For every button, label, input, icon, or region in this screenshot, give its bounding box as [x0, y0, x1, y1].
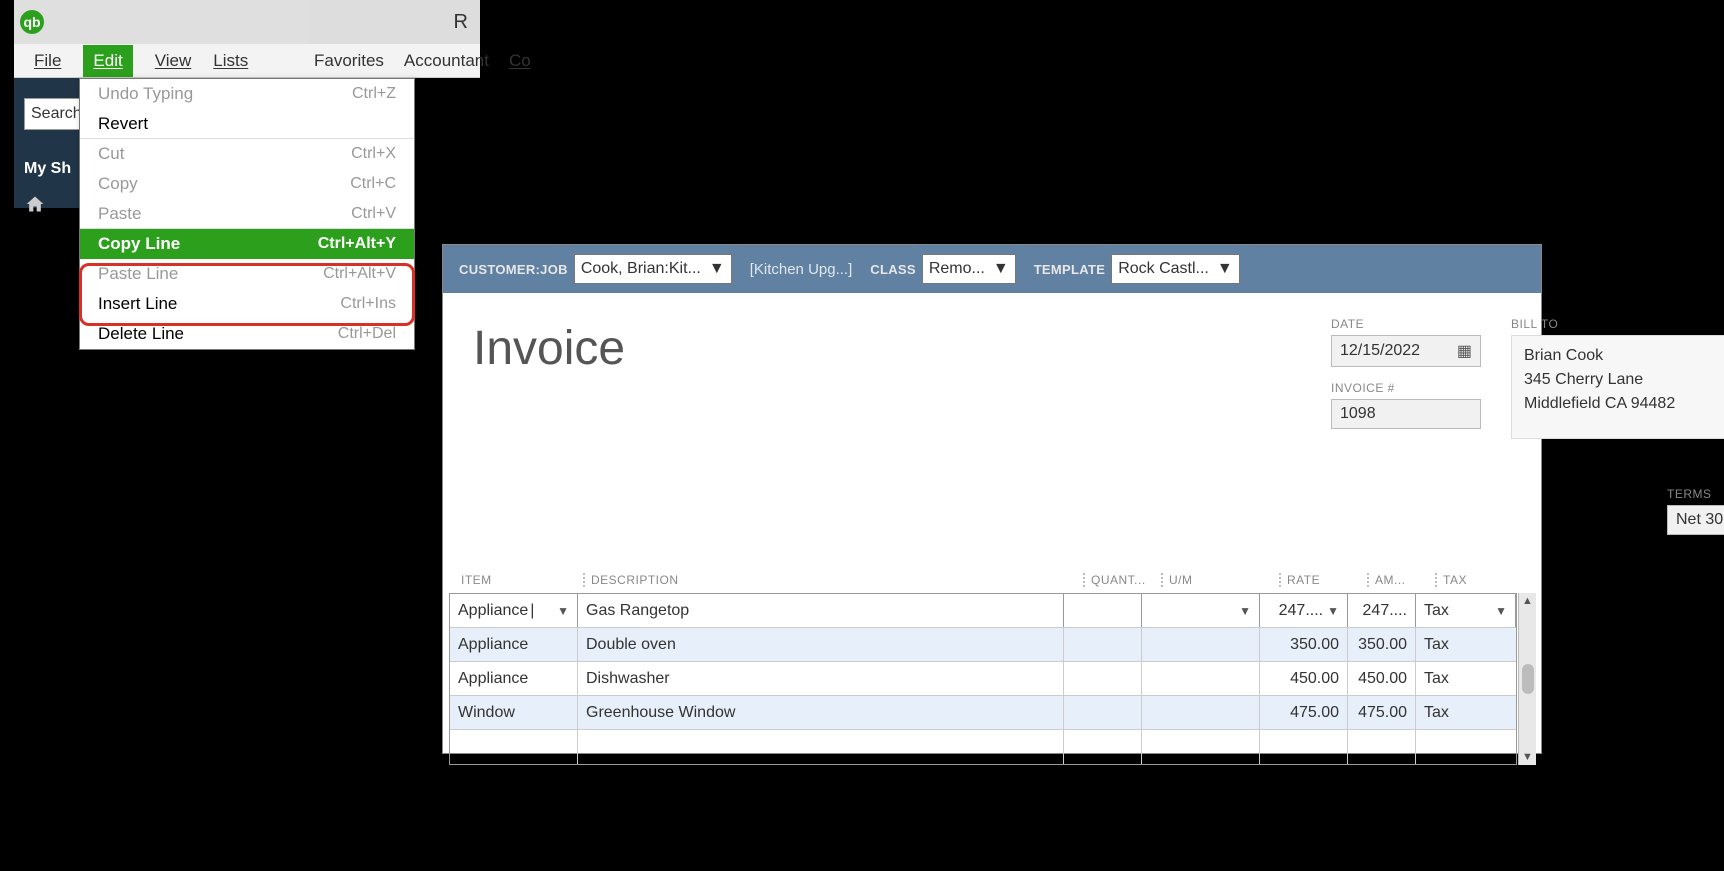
customer-job-label: CUSTOMER:JOB	[459, 262, 568, 277]
edit-dropdown: Undo TypingCtrl+Z Revert CutCtrl+X CopyC…	[79, 78, 415, 350]
col-tax[interactable]: TAX	[1435, 573, 1535, 587]
chevron-down-icon: ▼	[709, 260, 725, 278]
cell-tax[interactable]: Tax▼	[1416, 594, 1516, 627]
cell-amount[interactable]: 475.00	[1348, 696, 1416, 729]
chevron-down-icon[interactable]: ▼	[1327, 604, 1339, 618]
menu-paste[interactable]: PasteCtrl+V	[80, 199, 414, 229]
cell-rate[interactable]: 450.00	[1260, 662, 1348, 695]
menu-accountant[interactable]: Accountant	[404, 51, 489, 71]
menu-copy-line[interactable]: Copy LineCtrl+Alt+Y	[80, 229, 414, 259]
cell-desc[interactable]: Greenhouse Window	[578, 696, 1064, 729]
customer-job-combo[interactable]: Cook, Brian:Kit...▼	[574, 254, 732, 284]
cell-tax[interactable]: Tax	[1416, 628, 1516, 661]
date-label: DATE	[1331, 317, 1481, 331]
invoice-window: CUSTOMER:JOB Cook, Brian:Kit...▼ [Kitche…	[442, 244, 1542, 754]
cell-rate[interactable]: 475.00	[1260, 696, 1348, 729]
cell-rate[interactable]: 350.00	[1260, 628, 1348, 661]
home-icon[interactable]	[24, 194, 46, 214]
line-items-header: ITEM DESCRIPTION QUANT... U/M RATE AM...…	[449, 567, 1535, 593]
col-item[interactable]: ITEM	[455, 573, 583, 587]
cell-um[interactable]	[1142, 696, 1260, 729]
col-amount[interactable]: AM...	[1367, 573, 1435, 587]
table-row-empty[interactable]	[450, 730, 1516, 764]
col-description[interactable]: DESCRIPTION	[583, 573, 1083, 587]
col-quantity[interactable]: QUANT...	[1083, 573, 1161, 587]
line-items-body: Appliance|▼ Gas Rangetop ▼ 247....▼ 247.…	[449, 593, 1517, 765]
job-link[interactable]: [Kitchen Upg...]	[750, 261, 853, 278]
cell-tax[interactable]: Tax	[1416, 662, 1516, 695]
table-row[interactable]: Appliance Double oven 350.00 350.00 Tax	[450, 628, 1516, 662]
menu-paste-line[interactable]: Paste LineCtrl+Alt+V	[80, 259, 414, 289]
menu-edit[interactable]: Edit	[83, 45, 132, 77]
cell-amount[interactable]: 450.00	[1348, 662, 1416, 695]
cell-item[interactable]: Appliance|▼	[450, 594, 578, 627]
menu-delete-line[interactable]: Delete LineCtrl+Del	[80, 319, 414, 349]
menu-revert[interactable]: Revert	[80, 109, 414, 139]
chevron-down-icon: ▼	[1217, 260, 1233, 278]
menu-undo[interactable]: Undo TypingCtrl+Z	[80, 79, 414, 109]
chevron-down-icon[interactable]: ▼	[557, 604, 569, 618]
cell-item[interactable]: Window	[450, 696, 578, 729]
scrollbar[interactable]: ▲ ▼	[1518, 593, 1536, 765]
menu-insert-line[interactable]: Insert LineCtrl+Ins	[80, 289, 414, 319]
cell-qty[interactable]	[1064, 628, 1142, 661]
chevron-down-icon[interactable]: ▼	[1239, 604, 1251, 618]
menu-co[interactable]: Co	[509, 51, 531, 71]
cell-item[interactable]: Appliance	[450, 628, 578, 661]
cell-desc[interactable]: Gas Rangetop	[578, 594, 1064, 627]
chevron-down-icon: ▼	[993, 260, 1009, 278]
cell-qty[interactable]	[1064, 594, 1142, 627]
terms-label: TERMS	[1667, 487, 1724, 501]
cell-desc[interactable]: Double oven	[578, 628, 1064, 661]
menu-view[interactable]: View	[155, 51, 192, 71]
window-title-fragment: R	[454, 11, 468, 34]
cell-um[interactable]	[1142, 628, 1260, 661]
col-um[interactable]: U/M	[1161, 573, 1279, 587]
calendar-icon[interactable]: ▦	[1457, 341, 1472, 361]
cell-tax[interactable]: Tax	[1416, 696, 1516, 729]
terms-combo[interactable]: Net 30▼	[1667, 505, 1724, 535]
cell-qty[interactable]	[1064, 662, 1142, 695]
template-label: TEMPLATE	[1034, 262, 1106, 277]
cell-amount[interactable]: 350.00	[1348, 628, 1416, 661]
table-row[interactable]: Window Greenhouse Window 475.00 475.00 T…	[450, 696, 1516, 730]
table-row[interactable]: Appliance Dishwasher 450.00 450.00 Tax	[450, 662, 1516, 696]
class-label: CLASS	[870, 262, 916, 277]
scroll-up-icon[interactable]: ▲	[1522, 595, 1533, 607]
invoice-no-field[interactable]: 1098	[1331, 399, 1481, 429]
scroll-down-icon[interactable]: ▼	[1522, 751, 1533, 763]
cell-item[interactable]: Appliance	[450, 662, 578, 695]
invoice-toolbar: CUSTOMER:JOB Cook, Brian:Kit...▼ [Kitche…	[443, 245, 1541, 293]
qb-logo-icon: qb	[20, 10, 44, 34]
cell-amount[interactable]: 247....	[1348, 594, 1416, 627]
menu-favorites[interactable]: Favorites	[314, 51, 384, 71]
cell-um[interactable]: ▼	[1142, 594, 1260, 627]
chevron-down-icon[interactable]: ▼	[1495, 604, 1507, 618]
class-combo[interactable]: Remo...▼	[922, 254, 1016, 284]
menu-file[interactable]: File	[34, 51, 61, 71]
menubar: File Edit View Lists	[14, 44, 319, 78]
col-rate[interactable]: RATE	[1279, 573, 1367, 587]
scroll-thumb[interactable]	[1522, 664, 1534, 694]
titlebar: qb	[14, 0, 319, 44]
cell-um[interactable]	[1142, 662, 1260, 695]
billto-address[interactable]: Brian Cook 345 Cherry Lane Middlefield C…	[1511, 335, 1724, 439]
menu-copy[interactable]: CopyCtrl+C	[80, 169, 414, 199]
menu-cut[interactable]: CutCtrl+X	[80, 139, 414, 169]
date-field[interactable]: 12/15/2022 ▦	[1331, 335, 1481, 367]
template-combo[interactable]: Rock Castl...▼	[1111, 254, 1240, 284]
billto-label: BILL TO	[1511, 317, 1724, 331]
cell-rate[interactable]: 247....▼	[1260, 594, 1348, 627]
line-items-table: ITEM DESCRIPTION QUANT... U/M RATE AM...…	[449, 567, 1535, 765]
search-input[interactable]: Search	[24, 98, 82, 130]
table-row[interactable]: Appliance|▼ Gas Rangetop ▼ 247....▼ 247.…	[450, 594, 1516, 628]
cell-qty[interactable]	[1064, 696, 1142, 729]
title-menubar-fragment: R Favorites Accountant Co	[310, 0, 480, 78]
invoice-no-label: INVOICE #	[1331, 381, 1481, 395]
cell-desc[interactable]: Dishwasher	[578, 662, 1064, 695]
menu-lists[interactable]: Lists	[213, 51, 248, 71]
